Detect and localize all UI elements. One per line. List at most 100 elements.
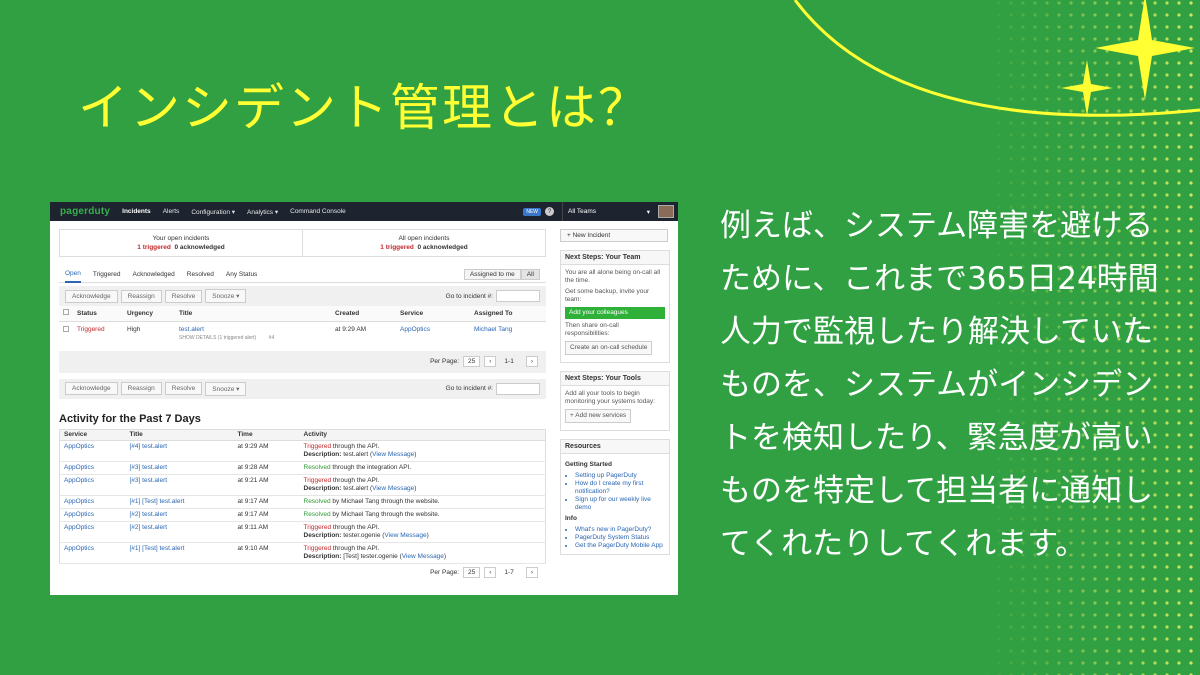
tab-any-status[interactable]: Any Status — [226, 267, 257, 283]
table-row[interactable]: Triggered High test.alert SHOW DETAILS (… — [59, 321, 546, 343]
prev-page-button-bottom[interactable]: ‹ — [484, 567, 497, 578]
table-row[interactable]: AppOptics [#1] [Test] test.alert at 9:10 A… — [59, 542, 546, 564]
table-row[interactable]: AppOptics [#3] test.alert at 9:21 AM Trigge… — [59, 474, 546, 496]
nav-analytics[interactable]: Analytics ▾ — [247, 208, 278, 216]
nav-alerts[interactable]: Alerts — [163, 208, 180, 215]
snooze-button-bottom[interactable]: Snooze ▾ — [205, 381, 247, 396]
incident-title-link[interactable]: test.alert — [179, 326, 327, 333]
activity-title-link[interactable]: [#2] test.alert — [130, 524, 168, 531]
resource-link-whats-new[interactable]: What's new in PagerDuty? — [575, 526, 665, 534]
help-icon[interactable]: ? — [545, 207, 554, 216]
summary-all[interactable]: All open incidents 1 triggered 0 acknowl… — [302, 230, 545, 256]
summary-all-ack: 0 acknowledged — [417, 244, 468, 251]
view-message-link[interactable]: View Message — [384, 532, 426, 539]
next-page-button-bottom[interactable]: › — [525, 567, 538, 578]
activity-service-link[interactable]: AppOptics — [64, 511, 94, 518]
avatar[interactable] — [658, 205, 674, 218]
per-page-select-bottom[interactable]: 25 — [463, 567, 481, 578]
reassign-button-bottom[interactable]: Reassign — [120, 382, 162, 395]
col-assigned-to[interactable]: Assigned To — [470, 306, 546, 322]
goto-input[interactable] — [496, 290, 540, 302]
view-message-link[interactable]: View Message — [402, 553, 444, 560]
per-page-select[interactable]: 25 — [463, 356, 481, 367]
incident-assignee-link[interactable]: Michael Tang — [470, 321, 546, 343]
col-created[interactable]: Created — [331, 306, 396, 322]
col-service[interactable]: Service — [396, 306, 470, 322]
chevron-down-icon: ▾ — [646, 208, 650, 216]
prev-page-button[interactable]: ‹ — [484, 356, 497, 367]
pagerduty-logo[interactable]: pagerduty — [60, 206, 110, 217]
activity-desc-label: Description: — [303, 531, 342, 539]
activity-title-link[interactable]: [#1] [Test] test.alert — [130, 545, 185, 552]
per-page-label: Per Page: — [430, 358, 460, 365]
activity-title-link[interactable]: [#3] test.alert — [130, 464, 168, 471]
activity-title-link[interactable]: [#4] test.alert — [130, 443, 168, 450]
row-checkbox[interactable] — [63, 325, 69, 332]
goto-input-bottom[interactable] — [496, 382, 540, 395]
view-message-link[interactable]: View Message — [372, 451, 414, 458]
new-incident-button[interactable]: + New Incident — [560, 229, 668, 242]
tab-open[interactable]: Open — [65, 267, 81, 283]
assigned-to-me-button[interactable]: Assigned to me — [463, 269, 521, 280]
summary-mine[interactable]: Your open incidents 1 triggered 0 acknow… — [60, 230, 302, 256]
incident-service-link[interactable]: AppOptics — [396, 321, 470, 343]
resource-link-notification[interactable]: How do I create my first notification? — [575, 480, 665, 496]
create-schedule-button[interactable]: Create an on-call schedule — [565, 341, 653, 355]
summary-mine-ack: 0 acknowledged — [174, 244, 225, 251]
activity-status: Triggered — [303, 442, 332, 450]
page-range: 1-1 — [504, 358, 514, 365]
table-row[interactable]: AppOptics [#4] test.alert at 9:29 AM Trigge… — [59, 440, 546, 462]
activity-service-link[interactable]: AppOptics — [64, 524, 94, 531]
tab-acknowledged[interactable]: Acknowledged — [132, 267, 174, 283]
new-badge[interactable]: NEW — [523, 207, 541, 216]
acknowledge-button-bottom[interactable]: Acknowledge — [65, 382, 118, 395]
resource-link-demo[interactable]: Sign up for our weekly live demo — [575, 496, 665, 512]
select-all-checkbox[interactable] — [63, 309, 69, 316]
incident-created: at 9:29 AM — [335, 325, 367, 333]
resource-link-mobile[interactable]: Get the PagerDuty Mobile App — [575, 542, 665, 550]
resource-link-setup[interactable]: Setting up PagerDuty — [575, 472, 665, 480]
add-services-button[interactable]: + Add new services — [565, 409, 632, 423]
nav-command-console[interactable]: Command Console — [290, 208, 346, 215]
tab-triggered[interactable]: Triggered — [93, 267, 121, 283]
act-col-title: Title — [125, 429, 234, 441]
resource-link-status[interactable]: PagerDuty System Status — [575, 534, 665, 542]
resolve-button[interactable]: Resolve — [164, 289, 203, 303]
nav-incidents[interactable]: Incidents — [122, 208, 151, 215]
activity-service-link[interactable]: AppOptics — [64, 498, 94, 505]
activity-title-link[interactable]: [#2] test.alert — [130, 511, 168, 518]
next-page-button[interactable]: › — [525, 356, 538, 367]
team-select[interactable]: All Teams ▾ — [562, 202, 654, 221]
act-col-time: Time — [233, 429, 300, 441]
acknowledge-button[interactable]: Acknowledge — [65, 289, 118, 303]
activity-title-link[interactable]: [#3] test.alert — [130, 477, 168, 484]
activity-status: Triggered — [303, 523, 332, 531]
panel-your-tools: Next Steps: Your Tools Add all your tool… — [560, 371, 670, 431]
tab-resolved[interactable]: Resolved — [187, 267, 214, 283]
assigned-all-button[interactable]: All — [520, 269, 540, 280]
table-row[interactable]: AppOptics [#2] test.alert at 9:17 AM Resolv… — [59, 508, 546, 522]
reassign-button[interactable]: Reassign — [120, 289, 162, 303]
activity-service-link[interactable]: AppOptics — [64, 477, 94, 484]
table-row[interactable]: AppOptics [#3] test.alert at 9:28 AM Resolv… — [59, 461, 546, 475]
nav-configuration[interactable]: Configuration ▾ — [191, 208, 235, 216]
activity-status: Triggered — [303, 544, 332, 552]
col-title[interactable]: Title — [175, 306, 331, 322]
activity-service-link[interactable]: AppOptics — [64, 545, 94, 552]
activity-service-link[interactable]: AppOptics — [64, 443, 94, 450]
incident-toolbar-bottom: Acknowledge Reassign Resolve Snooze ▾ Go… — [59, 378, 546, 399]
activity-desc-end: ) — [414, 484, 417, 492]
activity-title-link[interactable]: [#1] [Test] test.alert — [130, 498, 185, 505]
snooze-button[interactable]: Snooze ▾ — [205, 289, 247, 303]
pagerduty-screenshot: pagerduty Incidents Alerts Configuration… — [50, 202, 678, 595]
resolve-button-bottom[interactable]: Resolve — [164, 382, 203, 395]
act-col-service: Service — [59, 429, 126, 441]
show-details-link[interactable]: SHOW DETAILS (1 triggered alert) — [179, 335, 256, 341]
col-urgency[interactable]: Urgency — [123, 306, 175, 322]
table-row[interactable]: AppOptics [#1] [Test] test.alert at 9:17 A… — [59, 495, 546, 509]
view-message-link[interactable]: View Message — [372, 485, 414, 492]
col-status[interactable]: Status — [73, 306, 123, 322]
activity-service-link[interactable]: AppOptics — [64, 464, 94, 471]
add-colleagues-button[interactable]: Add your colleagues — [565, 307, 665, 319]
table-row[interactable]: AppOptics [#2] test.alert at 9:11 AM Trigge… — [59, 521, 546, 543]
